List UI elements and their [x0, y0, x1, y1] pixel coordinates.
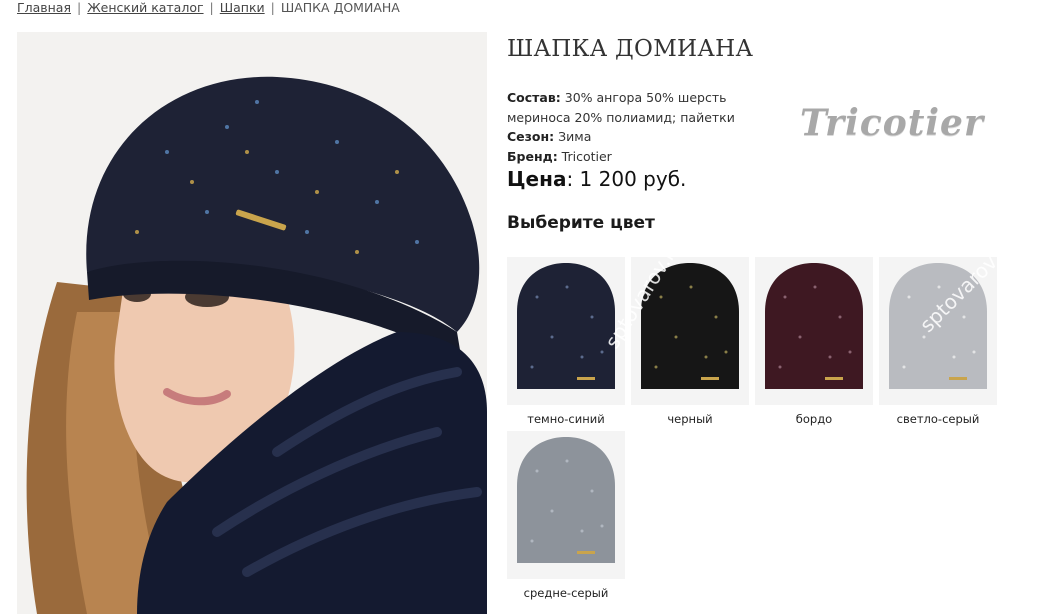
color-swatch-burgundy[interactable]: бордо [755, 257, 873, 426]
swatch-label: светло-серый [896, 412, 980, 426]
brand-row: Бренд: Tricotier [507, 148, 612, 164]
color-swatch-medium-gray[interactable]: средне-серый [507, 431, 625, 600]
color-swatch-light-gray[interactable]: светло-серый [879, 257, 997, 426]
brand-label: Бренд [507, 148, 553, 164]
composition-row: Состав: 30% ангора 50% шерсть мериноса 2… [507, 90, 735, 125]
product-title: ШАПКА ДОМИАНА [507, 36, 754, 62]
brand-value: Tricotier [561, 148, 612, 164]
color-swatch-black[interactable]: черный [631, 257, 749, 426]
swatch-label: темно-синий [527, 412, 605, 426]
season-value: Зима [558, 129, 592, 144]
swatch-thumbnail[interactable] [507, 257, 625, 405]
price-row: Цена: 1 200 руб. [507, 167, 687, 191]
season-row: Сезон: Зима [507, 129, 592, 144]
swatch-thumbnail[interactable] [755, 257, 873, 405]
hat-shape [889, 263, 987, 389]
breadcrumb-category-link[interactable]: Шапки [220, 0, 265, 15]
hat-shape [641, 263, 739, 389]
breadcrumb-separator: | [209, 0, 214, 15]
color-swatch-dark-blue[interactable]: темно-синий [507, 257, 625, 426]
price-value: 1 200 руб. [579, 167, 687, 191]
breadcrumb-current: ШАПКА ДОМИАНА [280, 0, 400, 15]
brand-logo: Tricotier [800, 102, 984, 144]
breadcrumb-catalog-link[interactable]: Женский каталог [87, 0, 203, 15]
breadcrumb-separator: | [270, 0, 275, 15]
swatch-thumbnail[interactable] [507, 431, 625, 579]
breadcrumb-separator: | [77, 0, 82, 15]
breadcrumb: Главная | Женский каталог | Шапки | ШАПКА ДОМИ… [17, 0, 400, 15]
season-label: Сезон [507, 129, 550, 144]
swatch-label: черный [667, 412, 713, 426]
hat-shape [765, 263, 863, 389]
swatch-thumbnail[interactable] [879, 257, 997, 405]
product-main-photo[interactable] [17, 32, 487, 614]
hat-shape [517, 263, 615, 389]
swatch-label: средне-серый [523, 586, 609, 600]
hat-shape [517, 437, 615, 563]
breadcrumb-home-link[interactable]: Главная [17, 0, 71, 15]
product-properties: Состав: 30% ангора 50% шерсть мериноса 2… [507, 88, 757, 166]
swatch-thumbnail[interactable] [631, 257, 749, 405]
price-label: Цена [507, 167, 567, 191]
composition-label: Состав [507, 90, 556, 105]
swatch-label: бордо [795, 412, 833, 426]
choose-color-heading: Выберите цвет [507, 213, 655, 233]
